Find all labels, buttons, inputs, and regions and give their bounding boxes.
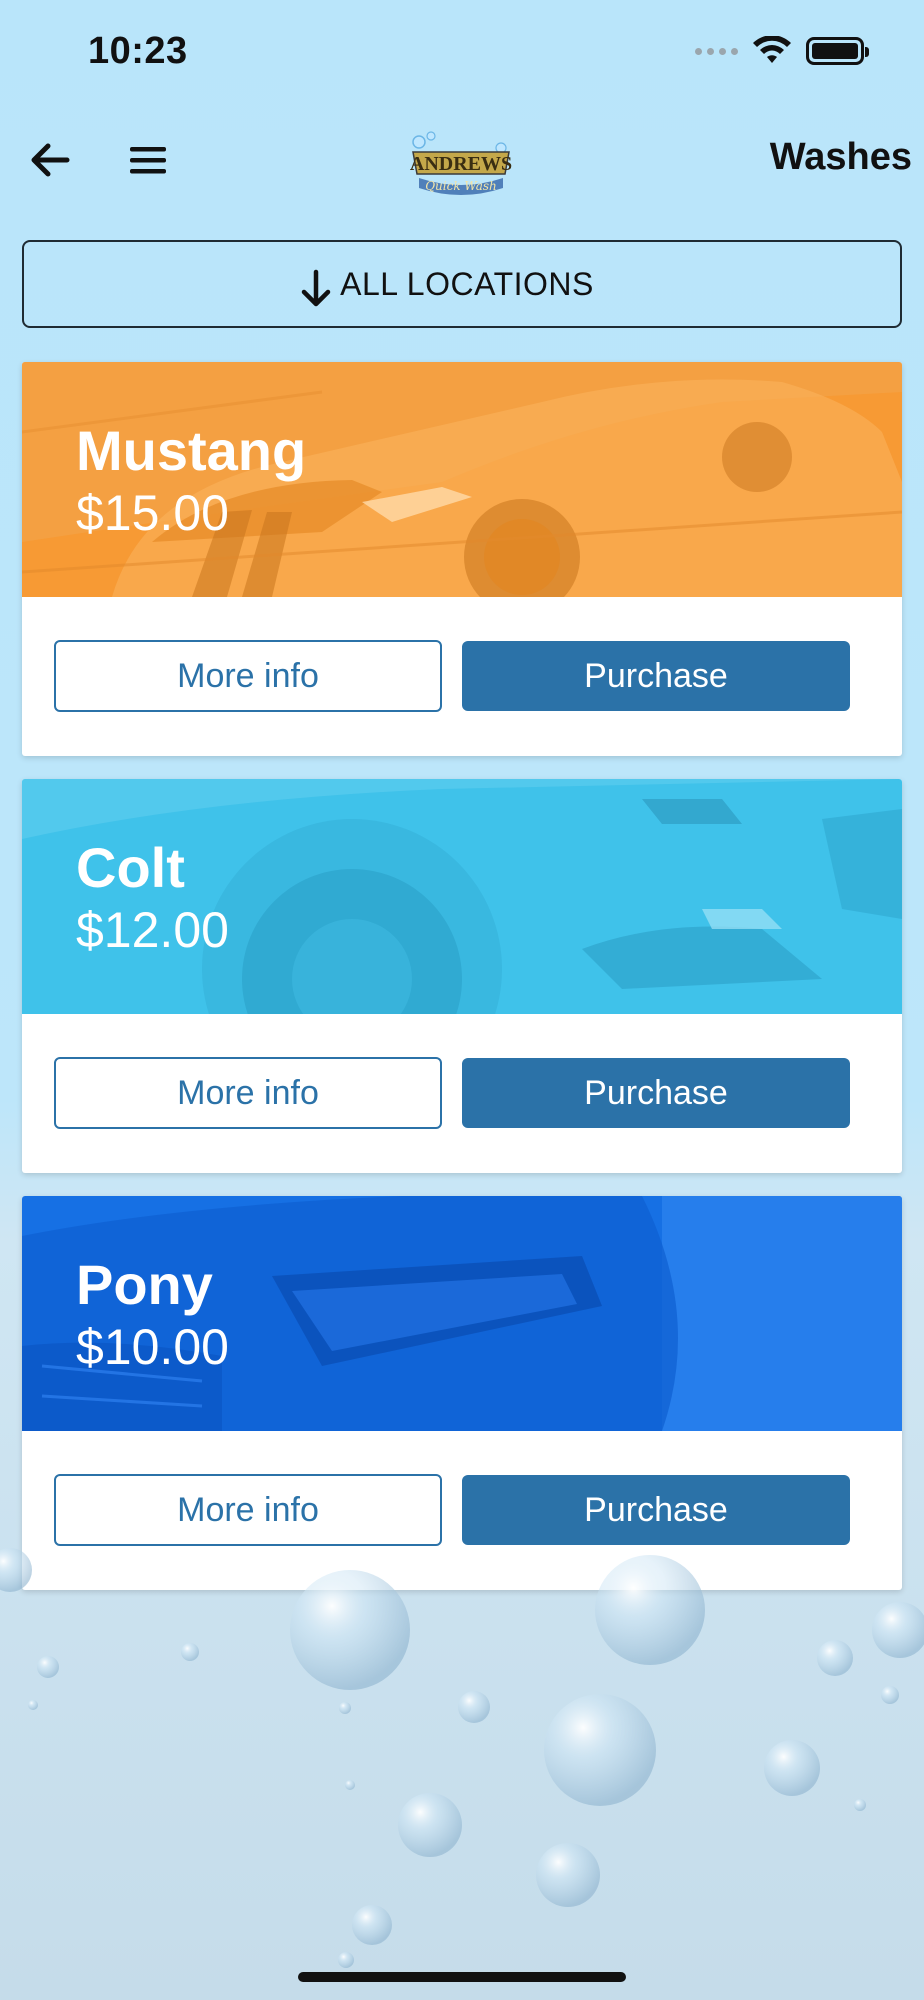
wash-card: Colt $12.00 More info Purchase [22, 779, 902, 1173]
purchase-button[interactable]: Purchase [462, 641, 850, 711]
purchase-button[interactable]: Purchase [462, 1058, 850, 1128]
wash-card: Pony $10.00 More info Purchase [22, 1196, 902, 1590]
more-info-button[interactable]: More info [54, 1474, 442, 1546]
hamburger-menu-icon [130, 147, 166, 174]
wash-name: Mustang [76, 419, 307, 482]
location-filter-label: ALL LOCATIONS [340, 265, 594, 302]
more-info-button[interactable]: More info [54, 1057, 442, 1129]
wash-name: Colt [76, 836, 185, 899]
svg-text:ANDREWS: ANDREWS [410, 153, 512, 175]
more-info-button[interactable]: More info [54, 640, 442, 712]
bubbles-background [0, 1548, 924, 1968]
status-bar: 10:23 [0, 0, 924, 100]
wash-card-hero: Pony $10.00 [22, 1196, 902, 1431]
location-filter-button[interactable]: ALL LOCATIONS [22, 240, 902, 328]
wash-card-actions: More info Purchase [22, 1014, 902, 1173]
svg-text:Quick Wash: Quick Wash [425, 179, 497, 193]
brand-logo: ANDREWS Quick Wash [405, 130, 517, 202]
status-icons [695, 36, 869, 66]
wash-price: $10.00 [76, 1319, 229, 1375]
wash-price: $12.00 [76, 902, 229, 958]
wash-card-hero: Colt $12.00 [22, 779, 902, 1014]
page-title: Washes [769, 136, 912, 178]
arrow-left-icon [31, 143, 70, 177]
menu-button[interactable] [126, 138, 170, 182]
purchase-button[interactable]: Purchase [462, 1475, 850, 1545]
wash-card-hero: Mustang $15.00 [22, 362, 902, 597]
status-time: 10:23 [88, 30, 188, 72]
home-indicator[interactable] [298, 1972, 626, 1982]
wash-card: Mustang $15.00 More info Purchase [22, 362, 902, 756]
wash-name: Pony [76, 1253, 213, 1316]
wifi-icon [753, 36, 791, 63]
battery-icon [806, 37, 869, 65]
nav-bar: ANDREWS Quick Wash Washes [0, 120, 924, 200]
wash-price: $15.00 [76, 485, 229, 541]
signal-dots-icon [695, 47, 738, 55]
back-button[interactable] [28, 138, 72, 182]
arrow-down-icon [301, 269, 331, 307]
wash-card-actions: More info Purchase [22, 597, 902, 756]
